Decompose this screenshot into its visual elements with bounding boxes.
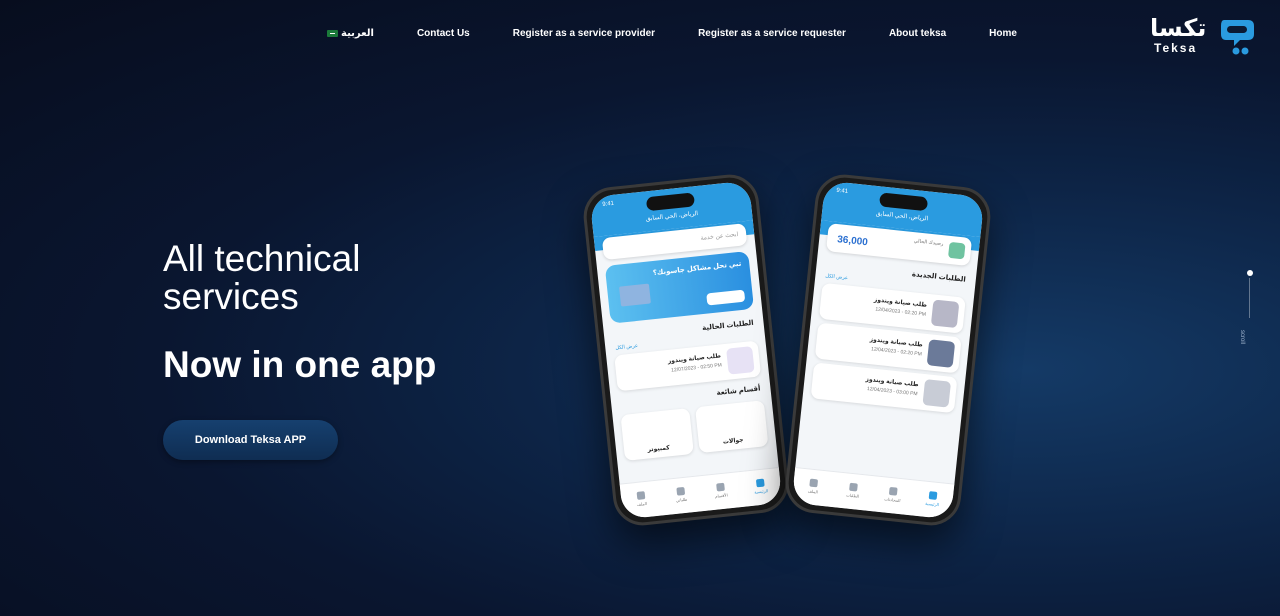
category-tile-computer: كمبيوتر xyxy=(620,407,694,461)
tab-orders: الطلبات xyxy=(843,482,863,502)
orders-icon xyxy=(676,486,686,496)
register-requester-link[interactable]: Register as a service requester xyxy=(698,28,846,39)
phone-mockup-home: 9:41 الرياض، الحي السابق ابحث عن خدمة تب… xyxy=(580,171,792,529)
phone-mockup-provider: 9:41 الرياض، الحي السابق 36,000 رصيدك ال… xyxy=(782,171,994,529)
request-meta: 12/04/2023 - 03:00 PM xyxy=(866,386,918,398)
phone-notch xyxy=(645,192,696,212)
phone-tab-bar: الملف الطلبات المحادثات الرئيسية xyxy=(791,466,955,520)
promo-banner: تبي تحل مشاكل جاسوبك؟ xyxy=(604,250,755,324)
profile-icon xyxy=(636,490,646,500)
banner-title: تبي تحل مشاكل جاسوبك؟ xyxy=(652,260,742,278)
logo-arabic-text: تكسا xyxy=(1150,14,1207,42)
wallet-icon xyxy=(947,241,966,260)
tab-profile: الملف xyxy=(632,490,652,510)
tab-label: طلباتي xyxy=(675,496,688,503)
scroll-indicator[interactable]: scroll xyxy=(1239,270,1253,350)
contact-us-link[interactable]: Contact Us xyxy=(417,28,470,39)
tab-categories: الأقسام xyxy=(711,482,731,502)
tab-label: الطلبات xyxy=(845,491,860,499)
scroll-track xyxy=(1249,278,1250,318)
tab-label: الرئيسية xyxy=(754,487,769,495)
top-navigation: العربية Contact Us Register as a service… xyxy=(0,0,1280,70)
grid-icon xyxy=(716,482,725,492)
tab-home: الرئيسية xyxy=(923,490,943,510)
logo-mark-icon xyxy=(1221,20,1254,55)
request-meta: 12/07/2023 - 02:50 PM xyxy=(670,362,723,374)
laptop-thumb-icon xyxy=(930,299,960,329)
tile-label: جوالات xyxy=(722,437,744,446)
banner-button xyxy=(706,289,746,306)
tab-label: المحادثات xyxy=(884,495,901,503)
request-meta: 12/04/2023 - 02:20 PM xyxy=(870,346,923,358)
laptop-illustration-icon xyxy=(619,283,651,307)
nav-links: العربية Contact Us Register as a service… xyxy=(300,28,1017,39)
tab-home: الرئيسية xyxy=(751,478,771,498)
about-link[interactable]: About teksa xyxy=(889,28,946,39)
phone-time: 9:41 xyxy=(602,200,615,208)
home-icon xyxy=(928,490,938,500)
tile-label: كمبيوتر xyxy=(647,445,671,454)
balance-label: رصيدك الحالي xyxy=(913,238,944,248)
download-app-button[interactable]: Download Teksa APP xyxy=(163,420,338,460)
phone-screen: 9:41 الرياض، الحي السابق 36,000 رصيدك ال… xyxy=(791,180,985,520)
phone-time: 9:41 xyxy=(836,187,849,195)
saudi-flag-icon xyxy=(327,30,338,37)
tab-label: الأقسام xyxy=(714,491,728,499)
hero-line-1: All technical xyxy=(163,238,361,279)
tab-orders: طلباتي xyxy=(671,486,691,506)
tab-chats: المحادثات xyxy=(883,486,903,506)
tab-profile: الملف xyxy=(803,478,823,498)
scroll-dot-icon xyxy=(1247,270,1253,276)
category-tile-mobile: جوالات xyxy=(695,400,769,454)
register-provider-link[interactable]: Register as a service provider xyxy=(513,28,655,39)
hero-subtitle: Now in one app xyxy=(163,344,437,385)
request-meta: 12/04/2023 - 02:20 PM xyxy=(874,306,927,318)
hero-heading: All technical services xyxy=(163,240,360,316)
logo-english-text: Teksa xyxy=(1154,41,1198,55)
phone-tab-bar: الملف طلباتي الأقسام الرئيسية xyxy=(619,466,783,520)
language-link[interactable]: العربية xyxy=(341,28,374,39)
language-switch[interactable]: العربية xyxy=(327,28,374,39)
request-thumb-icon xyxy=(726,346,755,375)
tab-label: الرئيسية xyxy=(925,500,940,507)
chat-icon xyxy=(888,486,898,496)
balance-amount: 36,000 xyxy=(836,234,869,249)
hero-line-2: services xyxy=(163,276,299,317)
teksa-logo[interactable]: تكسا Teksa xyxy=(1148,14,1270,60)
home-icon xyxy=(755,478,765,487)
tab-label: الملف xyxy=(807,487,819,494)
laptop-thumb-icon xyxy=(926,339,956,368)
scroll-label: scroll xyxy=(1239,330,1245,345)
phone-notch xyxy=(878,192,929,212)
home-link[interactable]: Home xyxy=(989,28,1017,39)
tab-label: الملف xyxy=(636,500,648,507)
laptop-thumb-icon xyxy=(922,379,952,408)
profile-icon xyxy=(809,478,819,487)
phone-screen: 9:41 الرياض، الحي السابق ابحث عن خدمة تب… xyxy=(589,180,783,520)
orders-icon xyxy=(849,482,858,492)
